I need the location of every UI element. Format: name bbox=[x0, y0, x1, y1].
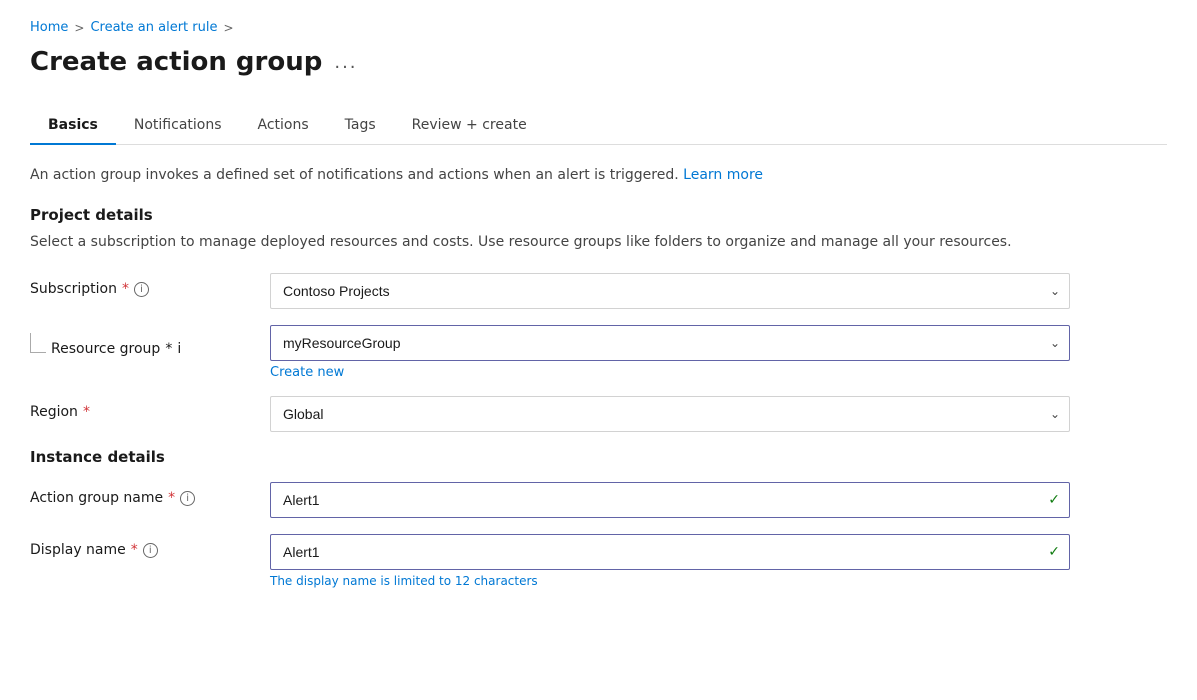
action-group-name-label: Action group name bbox=[30, 490, 163, 506]
resource-group-select-container: myResourceGroup ⌄ bbox=[270, 325, 1070, 361]
action-group-name-control: ✓ bbox=[270, 482, 1070, 518]
region-row: Region * Global ⌄ bbox=[30, 396, 1167, 432]
subscription-select[interactable]: Contoso Projects bbox=[270, 273, 1070, 309]
tab-tags[interactable]: Tags bbox=[327, 107, 394, 145]
tab-basics[interactable]: Basics bbox=[30, 107, 116, 145]
region-select[interactable]: Global bbox=[270, 396, 1070, 432]
project-details-desc: Select a subscription to manage deployed… bbox=[30, 232, 1167, 253]
display-name-input-container: ✓ bbox=[270, 534, 1070, 570]
region-label: Region bbox=[30, 404, 78, 420]
display-name-input[interactable] bbox=[270, 534, 1070, 570]
subscription-label-container: Subscription * i bbox=[30, 273, 250, 297]
resource-group-control: myResourceGroup ⌄ Create new bbox=[270, 325, 1070, 380]
subscription-info-icon[interactable]: i bbox=[134, 282, 149, 297]
breadcrumb-home[interactable]: Home bbox=[30, 20, 68, 35]
region-required: * bbox=[83, 404, 90, 420]
display-name-label: Display name bbox=[30, 542, 126, 558]
region-select-container: Global ⌄ bbox=[270, 396, 1070, 432]
page-description: An action group invokes a defined set of… bbox=[30, 165, 1167, 186]
breadcrumb-sep-1: > bbox=[74, 21, 84, 35]
subscription-label: Subscription bbox=[30, 281, 117, 297]
display-name-check-icon: ✓ bbox=[1048, 544, 1060, 560]
tabs-container: Basics Notifications Actions Tags Review… bbox=[30, 107, 1167, 145]
project-details-title: Project details bbox=[30, 206, 1167, 224]
action-group-name-label-container: Action group name * i bbox=[30, 482, 250, 506]
rg-indent: Resource group * i bbox=[30, 325, 181, 357]
action-group-name-required: * bbox=[168, 490, 175, 506]
resource-group-row: Resource group * i myResourceGroup ⌄ Cre… bbox=[30, 325, 1167, 380]
subscription-required: * bbox=[122, 281, 129, 297]
instance-details-title: Instance details bbox=[30, 448, 1167, 466]
page-header: Create action group ... bbox=[30, 47, 1167, 77]
display-name-control: ✓ The display name is limited to 12 char… bbox=[270, 534, 1070, 588]
subscription-control: Contoso Projects ⌄ bbox=[270, 273, 1070, 309]
resource-group-required: * bbox=[165, 341, 172, 357]
resource-group-label-container: Resource group * i bbox=[30, 325, 250, 357]
tab-review-create[interactable]: Review + create bbox=[394, 107, 545, 145]
instance-details-section: Instance details Action group name * i ✓… bbox=[30, 448, 1167, 588]
create-new-link[interactable]: Create new bbox=[270, 365, 344, 380]
learn-more-link[interactable]: Learn more bbox=[683, 167, 763, 183]
breadcrumb-alert-rule[interactable]: Create an alert rule bbox=[90, 20, 217, 35]
action-group-name-info-icon[interactable]: i bbox=[180, 491, 195, 506]
more-options-button[interactable]: ... bbox=[334, 52, 357, 73]
page-title: Create action group bbox=[30, 47, 322, 77]
action-group-name-row: Action group name * i ✓ bbox=[30, 482, 1167, 518]
resource-group-select[interactable]: myResourceGroup bbox=[270, 325, 1070, 361]
display-name-info-icon[interactable]: i bbox=[143, 543, 158, 558]
display-name-required: * bbox=[131, 542, 138, 558]
region-label-container: Region * bbox=[30, 396, 250, 420]
action-group-name-check-icon: ✓ bbox=[1048, 492, 1060, 508]
subscription-select-container: Contoso Projects ⌄ bbox=[270, 273, 1070, 309]
action-group-name-input[interactable] bbox=[270, 482, 1070, 518]
resource-group-info-icon[interactable]: i bbox=[177, 341, 181, 357]
display-name-row: Display name * i ✓ The display name is l… bbox=[30, 534, 1167, 588]
breadcrumb: Home > Create an alert rule > bbox=[30, 20, 1167, 35]
action-group-name-input-container: ✓ bbox=[270, 482, 1070, 518]
project-details-section: Project details Select a subscription to… bbox=[30, 206, 1167, 432]
rg-connector bbox=[30, 333, 46, 353]
subscription-row: Subscription * i Contoso Projects ⌄ bbox=[30, 273, 1167, 309]
display-name-hint: The display name is limited to 12 charac… bbox=[270, 574, 1070, 588]
tab-notifications[interactable]: Notifications bbox=[116, 107, 240, 145]
tab-actions[interactable]: Actions bbox=[240, 107, 327, 145]
region-control: Global ⌄ bbox=[270, 396, 1070, 432]
rg-label-text: Resource group * i bbox=[51, 333, 181, 357]
breadcrumb-sep-2: > bbox=[223, 21, 233, 35]
display-name-label-container: Display name * i bbox=[30, 534, 250, 558]
